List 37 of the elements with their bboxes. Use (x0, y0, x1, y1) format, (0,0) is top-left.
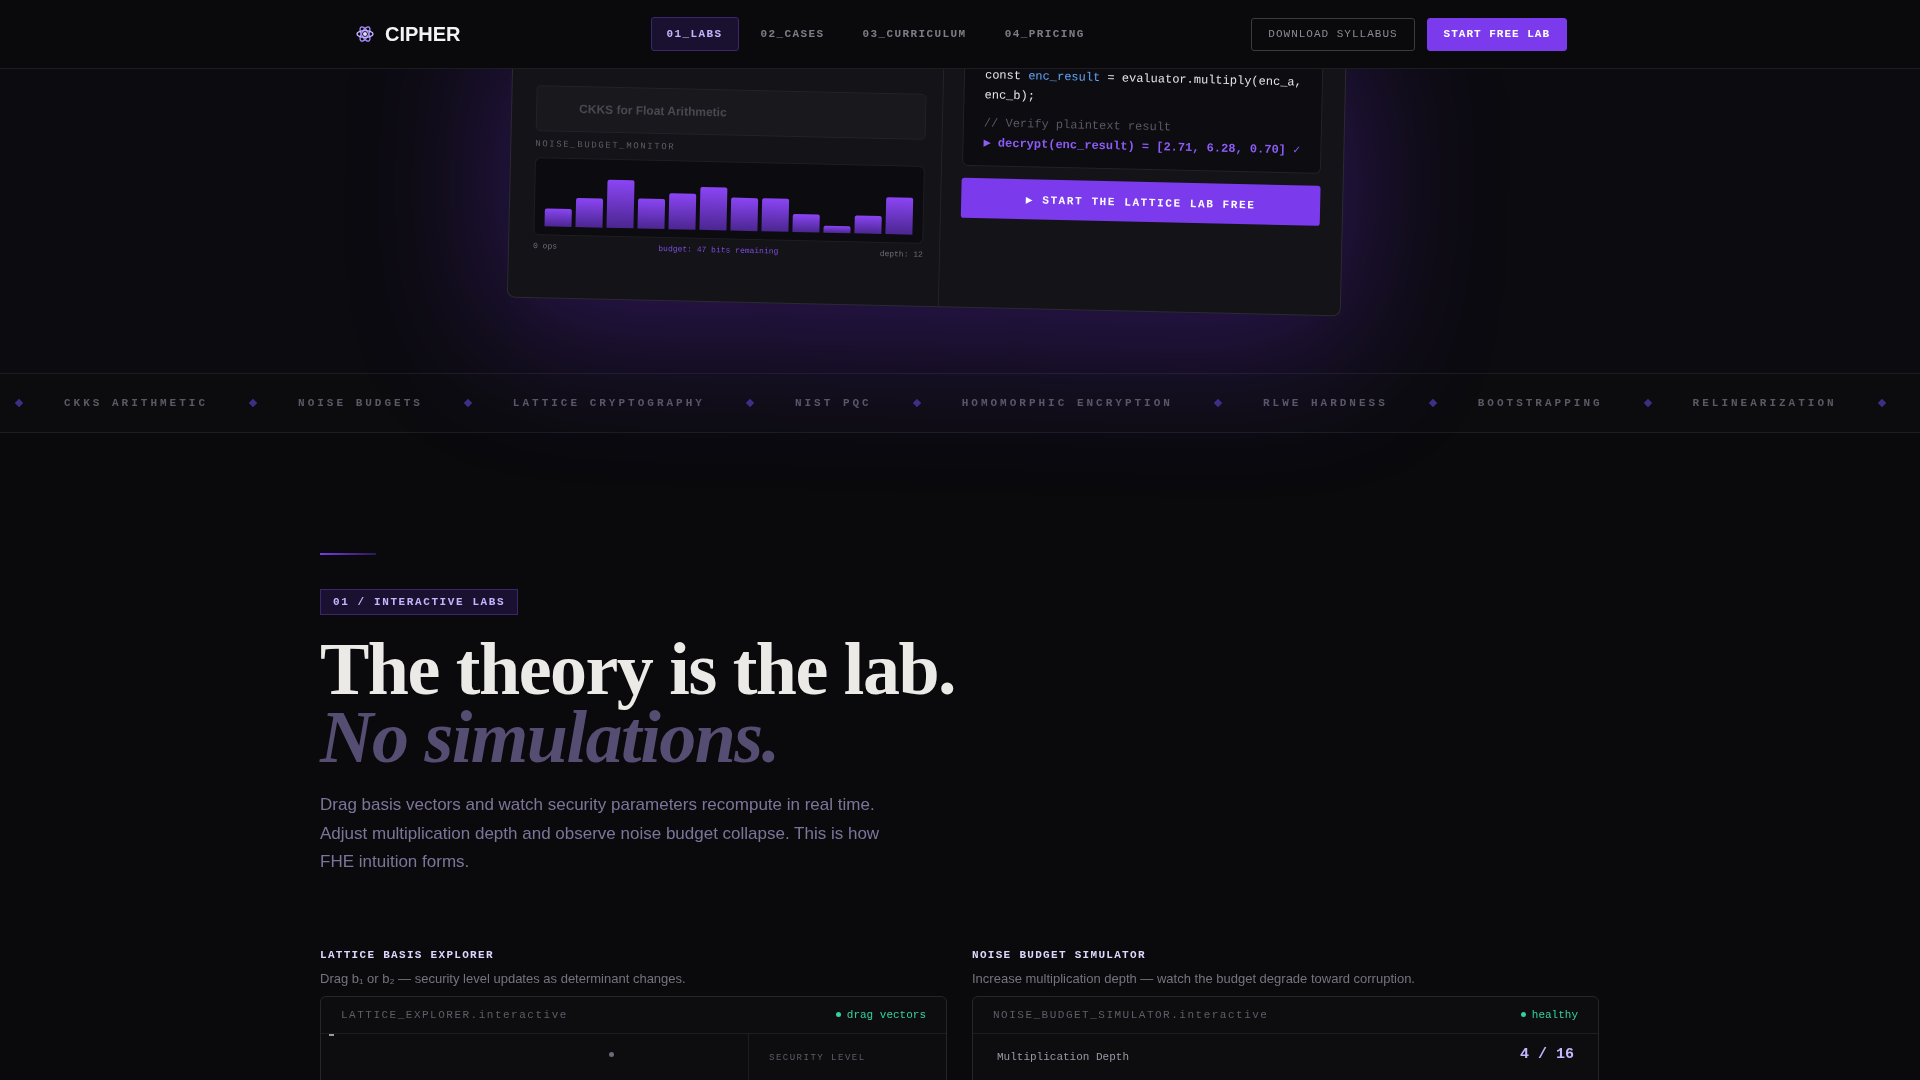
security-label: SECURITY LEVEL (769, 1052, 866, 1063)
topic-label: CKKS ARITHMETIC (63, 397, 210, 409)
lab-description: Increase multiplication depth — watch the budget degrade toward corruption. (972, 970, 1416, 986)
topic-label: HOMOMORPHIC ENCRYPTION (960, 397, 1174, 409)
code-line: // Verify plaintext result (983, 115, 1173, 137)
download-button[interactable]: DOWNLOAD SYLLABUS (1251, 17, 1415, 51)
intro-text: Drag basis vectors and watch security parameters recompute in real time. Adjust multiplication depth and observe noise budget collapse. This is how FHE intuition forms. (320, 794, 881, 873)
brand-name[interactable]: CIPHER (385, 22, 461, 46)
start-button[interactable]: START FREE LAB (1426, 17, 1567, 51)
topic-label: NIST PQC (793, 397, 873, 409)
monitor-label: depth: 12 (879, 248, 923, 259)
depth-value: 4 / 16 (1520, 1045, 1574, 1063)
section-tag: 01 / INTERACTIVE LABS (320, 589, 519, 615)
nav-tab[interactable]: 03_CURRICULUM (846, 17, 983, 51)
code-line: const enc_result = evaluator.multiply(enc_a, (984, 67, 1303, 90)
nav-tab[interactable]: 01_LABS (650, 17, 739, 51)
depth-label: Multiplication Depth (997, 1050, 1130, 1063)
lab-title: LATTICE BASIS EXPLORER (320, 948, 495, 961)
code-line: ▶ decrypt(enc_result) = [2.71, 6.28, 0.70] ✓ (983, 135, 1301, 160)
nav-tab[interactable]: 02_CASES (744, 17, 841, 51)
topic-label: RELINEARIZATION (1691, 397, 1838, 409)
monitor-label: budget: 47 bits remaining (658, 243, 779, 256)
monitor-title: NOISE_BUDGET_MONITOR (535, 139, 677, 155)
topic-label: NOISE BUDGETS (297, 397, 424, 409)
monitor-label: 0 ops (532, 241, 558, 251)
lab-title: NOISE BUDGET SIMULATOR (972, 948, 1147, 961)
panel-title: LATTICE_EXPLORER.interactive (341, 1008, 568, 1021)
topic-label: RLWE HARDNESS (1261, 397, 1389, 409)
topic-label: BOOTSTRAPPING (1476, 397, 1604, 409)
status-label: healthy (1520, 1008, 1578, 1021)
topic-label: LATTICE CRYPTOGRAPHY (511, 397, 706, 409)
start-lab-button[interactable]: ▶ START THE LATTICE LAB FREE (960, 177, 1321, 226)
status-label: drag vectors (835, 1008, 926, 1021)
nav-tab[interactable]: 04_PRICING (988, 17, 1101, 51)
code-line: enc_b); (984, 87, 1037, 106)
lab-description: Drag b₁ or b₂ — security level updates as determinant changes. (320, 970, 687, 986)
panel-title: NOISE_BUDGET_SIMULATOR.interactive (993, 1008, 1269, 1021)
